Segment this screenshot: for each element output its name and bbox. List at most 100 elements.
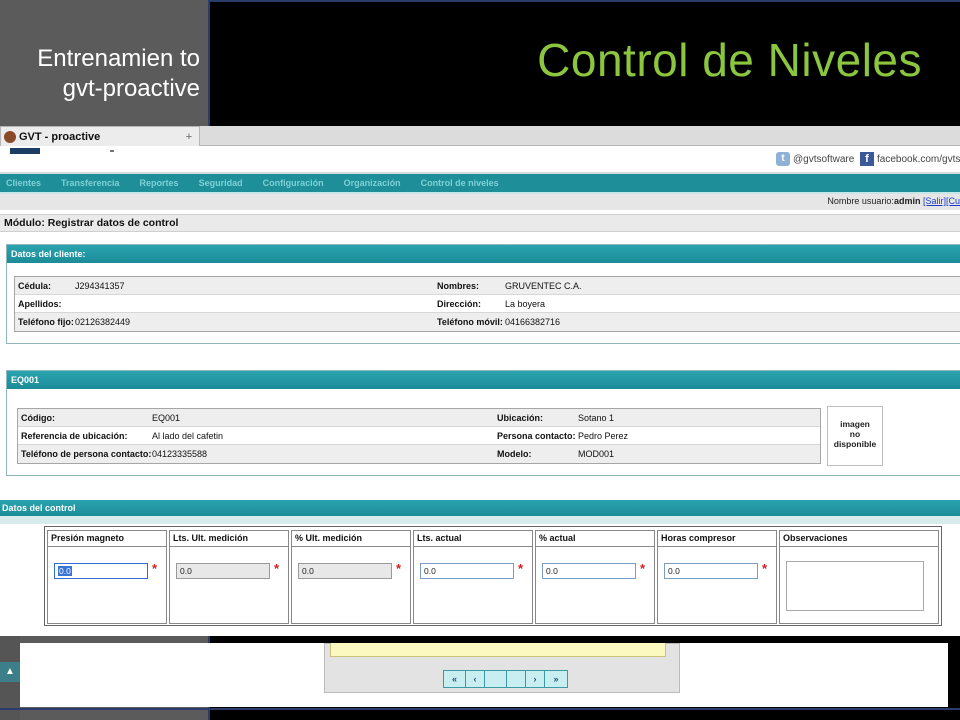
observaciones-textarea[interactable]	[786, 561, 924, 611]
main-menu: Clientes Transferencia Reportes Segurida…	[0, 174, 960, 192]
menu-item-seguridad[interactable]: Seguridad	[199, 178, 243, 188]
client-panel-header: Datos del cliente:	[7, 245, 960, 263]
facebook-link[interactable]: f facebook.com/gvtsofw	[860, 146, 960, 172]
user-name: admin	[893, 196, 921, 206]
menu-item-organizacion[interactable]: Organización	[344, 178, 401, 188]
lts-actual-column: Lts. actual 0.0 *	[413, 530, 533, 624]
telefono-fijo-label: Teléfono fijo:	[18, 317, 74, 327]
persona-contacto-value: Pedro Perez	[578, 431, 629, 441]
direccion-label: Dirección:	[437, 299, 482, 309]
pct-actual-input[interactable]: 0.0	[542, 563, 636, 579]
observaciones-column: Observaciones	[779, 530, 939, 624]
pct-ult-medicion-column: % Ult. medición 0.0 *	[291, 530, 411, 624]
browser-tab-title: GVT - proactive	[19, 130, 101, 143]
table-row: Teléfono fijo: 02126382449 Teléfono móvi…	[15, 313, 960, 331]
image-placeholder-line: disponible	[833, 439, 877, 449]
control-section-band	[0, 516, 960, 524]
required-marker: *	[518, 561, 524, 576]
image-placeholder-line: imagen	[840, 419, 870, 429]
new-tab-button[interactable]: +	[179, 131, 199, 143]
cedula-label: Cédula:	[18, 281, 52, 291]
modelo-value: MOD001	[578, 449, 615, 459]
last-page-button[interactable]: »	[545, 671, 567, 687]
prev-page-button[interactable]: ‹	[466, 671, 485, 687]
telefono-contacto-label: Teléfono de persona contacto:	[21, 449, 152, 459]
presentation-slide: Entrenamien to gvt-proactive Control de …	[0, 0, 960, 720]
pct-ult-medicion-input[interactable]: 0.0	[298, 563, 392, 579]
menu-item-clientes[interactable]: Clientes	[6, 178, 41, 188]
lts-ult-medicion-input[interactable]: 0.0	[176, 563, 270, 579]
equipment-image-placeholder: imagen no disponible	[827, 406, 883, 466]
menu-item-configuracion[interactable]: Configuración	[263, 178, 324, 188]
pct-actual-column: % actual 0.0 *	[535, 530, 655, 624]
ubicacion-value: Sotano 1	[578, 413, 615, 423]
cedula-value: J294341357	[75, 281, 125, 291]
table-row: Referencia de ubicación: Al lado del caf…	[18, 427, 820, 445]
modelo-label: Modelo:	[497, 449, 532, 459]
slide-title: Control de Niveles	[537, 34, 922, 86]
lts-ult-medicion-header: Lts. Ult. medición	[170, 531, 288, 547]
presion-magneto-column: Presión magneto 0.0 *	[47, 530, 167, 624]
client-info-table: Cédula: J294341357 Nombres: GRUVENTEC C.…	[14, 276, 960, 332]
telefono-movil-value: 04166382716	[505, 317, 561, 327]
codigo-value: EQ001	[152, 413, 181, 423]
required-marker: *	[396, 561, 402, 576]
first-page-button[interactable]: «	[444, 671, 466, 687]
presion-magneto-header: Presión magneto	[48, 531, 166, 547]
menu-item-transferencia[interactable]: Transferencia	[61, 178, 120, 188]
module-title: Módulo: Registrar datos de control	[0, 214, 960, 232]
image-placeholder-line: no	[849, 429, 861, 439]
menu-item-control-niveles[interactable]: Control de niveles	[421, 178, 499, 188]
facebook-handle: facebook.com/gvtsofw	[877, 153, 960, 165]
gvt-logo	[10, 148, 40, 154]
logo-divider	[110, 150, 114, 152]
menu-item-reportes[interactable]: Reportes	[140, 178, 179, 188]
observaciones-header: Observaciones	[780, 531, 938, 547]
lts-actual-input[interactable]: 0.0	[420, 563, 514, 579]
presion-magneto-input[interactable]: 0.0	[54, 563, 148, 579]
pct-actual-header: % actual	[536, 531, 654, 547]
account-link[interactable]: [Cu	[946, 196, 960, 206]
next-page-button[interactable]: ›	[526, 671, 545, 687]
logout-link[interactable]: [Salir]	[923, 196, 946, 206]
scroll-up-icon[interactable]: ▲	[0, 662, 20, 682]
app-screenshot: GVT - proactive + t @gvtsoftware f faceb…	[0, 126, 960, 636]
page-indicator	[485, 671, 507, 687]
persona-contacto-label: Persona contacto:	[497, 431, 576, 441]
lts-actual-header: Lts. actual	[414, 531, 532, 547]
required-marker: *	[640, 561, 646, 576]
nombres-value: GRUVENTEC C.A.	[505, 281, 582, 291]
codigo-label: Código:	[21, 413, 55, 423]
telefono-contacto-value: 04123335588	[152, 449, 208, 459]
user-bar: Nombre usuario:admin [Salir][Cu	[0, 194, 960, 210]
control-section-header: Datos del control	[0, 500, 960, 516]
gvt-favicon-icon	[4, 130, 16, 143]
equipment-info-table: Código: EQ001 Ubicación: Sotano 1 Refere…	[17, 408, 821, 464]
nombres-label: Nombres:	[437, 281, 480, 291]
pagination: « ‹ › »	[443, 670, 568, 688]
ubicacion-label: Ubicación:	[497, 413, 544, 423]
referencia-value: Al lado del cafetin	[152, 431, 224, 441]
facebook-icon: f	[860, 152, 874, 166]
table-row: Apellidos: Dirección: La boyera	[15, 295, 960, 313]
required-marker: *	[152, 561, 158, 576]
table-row: Código: EQ001 Ubicación: Sotano 1	[18, 409, 820, 427]
referencia-label: Referencia de ubicación:	[21, 431, 128, 441]
pct-ult-medicion-header: % Ult. medición	[292, 531, 410, 547]
telefono-movil-label: Teléfono móvil:	[437, 317, 503, 327]
twitter-icon: t	[776, 152, 790, 166]
table-row: Cédula: J294341357 Nombres: GRUVENTEC C.…	[15, 277, 960, 295]
control-form-table: Presión magneto 0.0 * Lts. Ult. medición…	[44, 526, 942, 626]
horas-compresor-input[interactable]: 0.0	[664, 563, 758, 579]
message-bar	[330, 643, 666, 657]
slide-top-divider	[210, 0, 960, 2]
twitter-link[interactable]: t @gvtsoftware	[776, 146, 854, 172]
browser-tab[interactable]: GVT - proactive +	[0, 126, 200, 146]
browser-tab-strip	[200, 126, 960, 146]
user-label: Nombre usuario:	[827, 196, 894, 206]
slide-bottom-divider	[0, 708, 960, 710]
page-indicator-blank	[507, 671, 526, 687]
apellidos-label: Apellidos:	[18, 299, 62, 309]
lts-ult-medicion-column: Lts. Ult. medición 0.0 *	[169, 530, 289, 624]
telefono-fijo-value: 02126382449	[75, 317, 131, 327]
